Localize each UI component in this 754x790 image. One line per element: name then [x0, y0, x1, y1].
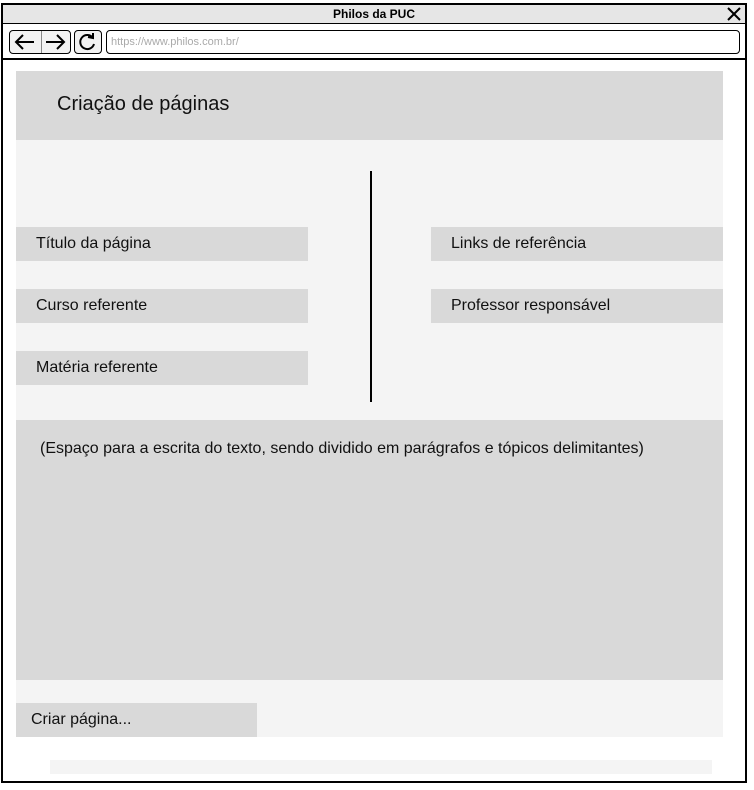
close-icon[interactable] [726, 6, 742, 22]
browser-toolbar [3, 24, 745, 60]
column-divider [370, 171, 372, 402]
field-label: Professor responsável [451, 297, 611, 314]
page-background-bottom [50, 760, 712, 774]
page-content: Criação de páginas Título da página Curs… [16, 71, 723, 737]
create-page-button[interactable]: Criar página... [16, 703, 257, 737]
page-title: Criação de páginas [57, 93, 230, 115]
arrow-left-icon[interactable] [12, 32, 38, 52]
title-bar: Philos da PUC [3, 5, 745, 24]
reload-icon[interactable] [74, 30, 102, 54]
url-bar[interactable] [106, 30, 740, 54]
arrow-right-icon[interactable] [42, 32, 68, 52]
text-area-placeholder: (Espaço para a escrita do texto, sendo d… [40, 440, 644, 457]
field-label: Título da página [36, 235, 151, 252]
window-title: Philos da PUC [332, 7, 415, 21]
create-page-label: Criar página... [31, 711, 132, 728]
text-editor-area[interactable]: (Espaço para a escrita do texto, sendo d… [16, 420, 723, 680]
page-title-field[interactable]: Título da página [16, 227, 308, 261]
professor-field[interactable]: Professor responsável [431, 289, 723, 323]
nav-buttons [9, 30, 71, 54]
field-label: Curso referente [36, 297, 148, 314]
field-label: Links de referência [451, 235, 587, 252]
page-header: Criação de páginas [16, 71, 723, 140]
reference-links-field[interactable]: Links de referência [431, 227, 723, 261]
subject-field[interactable]: Matéria referente [16, 351, 308, 385]
course-field[interactable]: Curso referente [16, 289, 308, 323]
url-input[interactable] [111, 33, 731, 50]
field-label: Matéria referente [36, 359, 158, 376]
